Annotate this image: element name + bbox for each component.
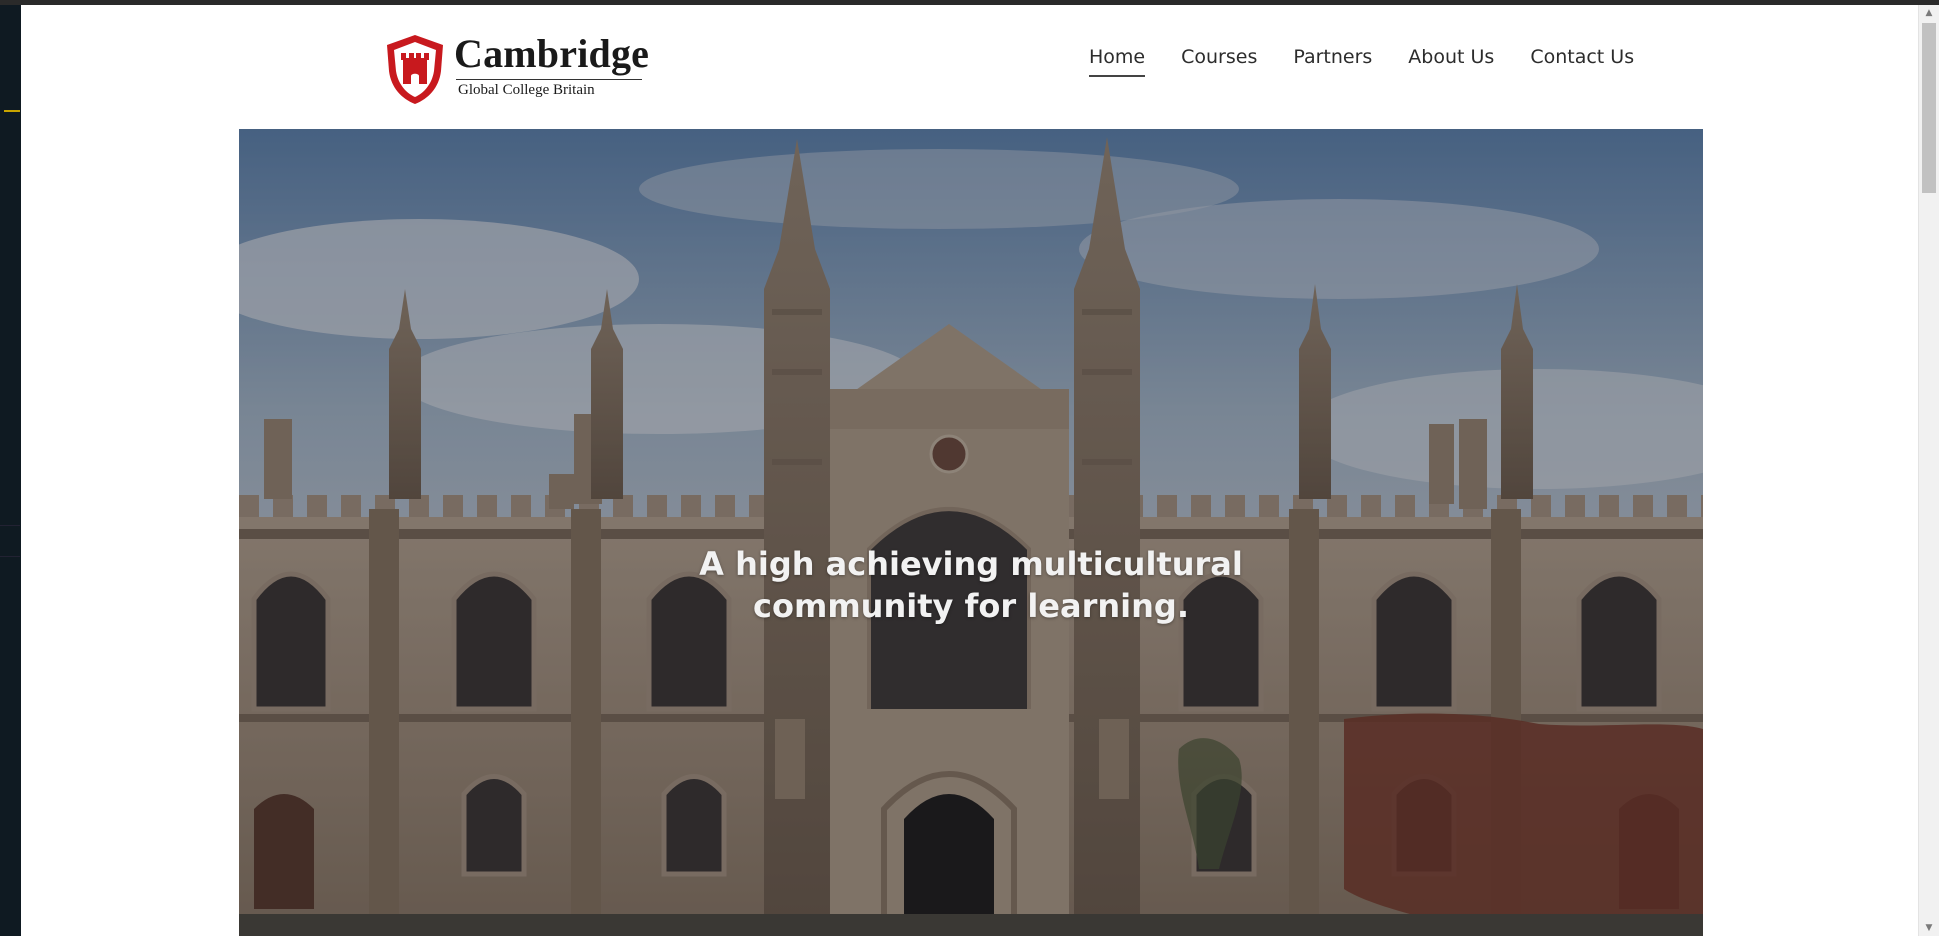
scroll-thumb[interactable] bbox=[1922, 23, 1936, 193]
hero-headline: A high achieving multicultural community… bbox=[239, 543, 1703, 627]
web-page: Cambridge Global College Britain Home Co… bbox=[21, 5, 1919, 936]
hero-overlay bbox=[239, 129, 1703, 936]
site-logo[interactable]: Cambridge Global College Britain bbox=[384, 29, 654, 107]
hero-headline-line-2: community for learning. bbox=[753, 587, 1189, 625]
nav-courses[interactable]: Courses bbox=[1181, 45, 1257, 77]
shield-tower-icon bbox=[387, 35, 443, 104]
main-nav: Home Courses Partners About Us Contact U… bbox=[1089, 45, 1634, 77]
logo-wordmark: Cambridge bbox=[454, 31, 650, 76]
hero-headline-line-1: A high achieving multicultural bbox=[699, 545, 1243, 583]
logo-subtitle: Global College Britain bbox=[458, 82, 595, 98]
hero-banner: A high achieving multicultural community… bbox=[239, 129, 1703, 936]
nav-home[interactable]: Home bbox=[1089, 45, 1146, 77]
scroll-up-arrow-icon[interactable]: ▲ bbox=[1919, 5, 1939, 21]
nav-contact-us[interactable]: Contact Us bbox=[1530, 45, 1634, 77]
page-scrollbar[interactable]: ▲ ▼ bbox=[1918, 5, 1939, 936]
side-panel-strip bbox=[0, 5, 21, 936]
scroll-down-arrow-icon[interactable]: ▼ bbox=[1919, 920, 1939, 936]
side-panel-divider bbox=[0, 525, 20, 557]
nav-partners[interactable]: Partners bbox=[1293, 45, 1372, 77]
side-panel-indicator bbox=[4, 110, 20, 112]
nav-about-us[interactable]: About Us bbox=[1408, 45, 1494, 77]
